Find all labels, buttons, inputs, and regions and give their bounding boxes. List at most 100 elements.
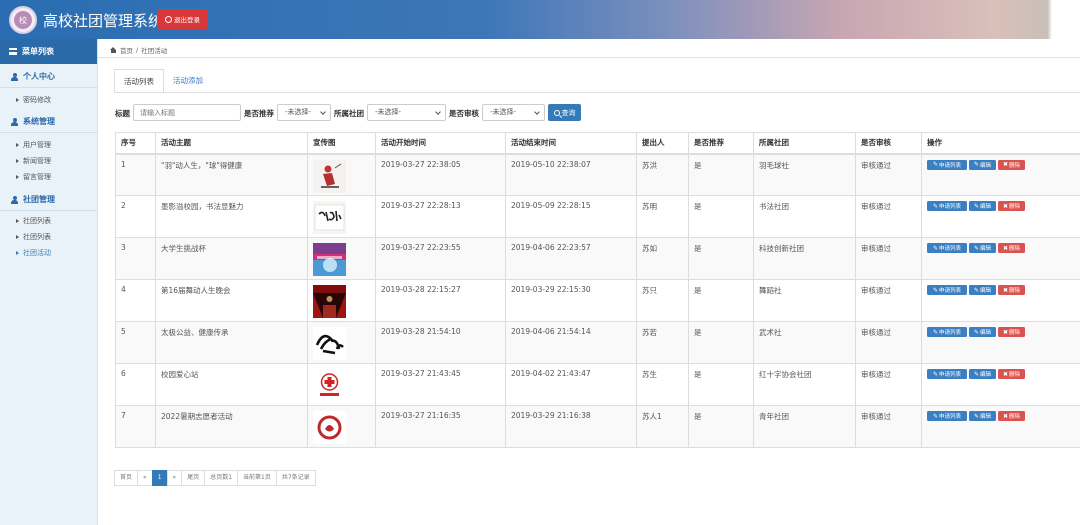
- edit-button[interactable]: ✎ 编辑: [969, 243, 996, 253]
- edit-button[interactable]: ✎ 编辑: [969, 369, 996, 379]
- table-row: 4 第16届舞动人生晚会 2019-03-28 22:15:27 2019-03-29…: [115, 279, 1080, 322]
- delete-button[interactable]: ✖ 删除: [998, 243, 1025, 253]
- delete-button[interactable]: ✖ 删除: [998, 159, 1025, 170]
- prev-page-button[interactable]: «: [137, 470, 153, 486]
- sidebar-item-club-list[interactable]: 社团列表: [16, 216, 51, 226]
- proposer: 苏洪: [636, 153, 689, 196]
- table-row: 3 大学生挑战杯 2019-03-27 22:23:55 2019-04-06 22:…: [115, 237, 1080, 280]
- edit-button[interactable]: ✎ 编辑: [969, 285, 996, 295]
- apply-list-button[interactable]: ✎ 申请列表: [927, 369, 967, 379]
- delete-button[interactable]: ✖ 删除: [998, 411, 1025, 421]
- sidebar-item-label: 密码修改: [23, 96, 51, 104]
- caret-right-icon: [16, 175, 19, 179]
- button-label: 删除: [1009, 162, 1021, 169]
- caret-right-icon: [16, 235, 19, 239]
- end-time: 2019-04-06 22:23:57: [505, 237, 637, 280]
- sidebar-item-label: 社团列表: [23, 217, 51, 225]
- sidebar-item-messages[interactable]: 留言管理: [16, 172, 51, 182]
- page-1-button[interactable]: 1: [151, 470, 168, 486]
- divider: [0, 210, 98, 211]
- proposer: 苏若: [636, 321, 689, 364]
- group-title: 系统管理: [23, 117, 55, 126]
- button-label: 编辑: [980, 204, 992, 210]
- club-select[interactable]: -未选择-: [367, 104, 446, 121]
- button-label: 编辑: [980, 246, 992, 252]
- button-label: 申请列表: [939, 162, 962, 169]
- edit-button[interactable]: ✎ 编辑: [969, 327, 996, 337]
- delete-button[interactable]: ✖ 删除: [998, 285, 1025, 295]
- delete-button[interactable]: ✖ 删除: [998, 369, 1025, 379]
- sidebar-item-news[interactable]: 新闻管理: [16, 156, 51, 166]
- poster-image: [313, 243, 346, 276]
- button-label: 删除: [1009, 246, 1021, 252]
- apply-list-button[interactable]: ✎ 申请列表: [927, 201, 967, 211]
- first-page-button[interactable]: 首页: [114, 470, 139, 486]
- actions-cell: ✎ 申请列表 ✎ 编辑 ✖ 删除: [921, 195, 1080, 238]
- button-label: 申请列表: [939, 204, 962, 210]
- activity-title-link[interactable]: 校园爱心站: [155, 363, 308, 406]
- actions-cell: ✎ 申请列表 ✎ 编辑 ✖ 删除: [921, 405, 1080, 448]
- edit-button[interactable]: ✎ 编辑: [969, 411, 996, 421]
- club-name: 红十字协会社团: [753, 363, 856, 406]
- caret-right-icon: [16, 251, 19, 255]
- edit-button[interactable]: ✎ 编辑: [969, 201, 996, 211]
- pencil-icon: ✎: [973, 244, 979, 252]
- total-pages-info: 总页数1: [204, 470, 239, 486]
- power-icon: [165, 15, 172, 23]
- recommend-select[interactable]: -未选择-: [277, 104, 331, 121]
- title-search-input[interactable]: [133, 104, 241, 121]
- delete-button[interactable]: ✖ 删除: [998, 327, 1025, 337]
- edit-button[interactable]: ✎ 编辑: [969, 159, 996, 170]
- sidebar-item-label: 用户管理: [23, 141, 51, 149]
- divider: [114, 92, 1080, 93]
- top-header: 校 高校社团管理系统 退出登录: [0, 0, 1080, 39]
- button-label: 删除: [1009, 372, 1021, 378]
- club-name: 科技创新社团: [753, 237, 856, 280]
- apply-list-button[interactable]: ✎ 申请列表: [927, 243, 967, 253]
- sidebar-item-password[interactable]: 密码修改: [16, 95, 51, 105]
- audit-status: 审核通过: [855, 237, 922, 280]
- button-label: 删除: [1009, 204, 1021, 210]
- activity-title-link[interactable]: 2022暑期志愿者活动: [155, 405, 308, 448]
- sidebar-group-personal[interactable]: 个人中心: [0, 71, 55, 82]
- apply-list-button[interactable]: ✎ 申请列表: [927, 285, 967, 295]
- next-page-button[interactable]: »: [166, 470, 183, 486]
- last-page-button[interactable]: 尾页: [181, 470, 206, 486]
- actions-cell: ✎ 申请列表 ✎ 编辑 ✖ 删除: [921, 153, 1080, 196]
- sidebar-item-users[interactable]: 用户管理: [16, 140, 51, 150]
- start-time: 2019-03-27 21:16:35: [375, 405, 506, 448]
- apply-list-button[interactable]: ✎ 申请列表: [927, 159, 967, 170]
- caret-right-icon: [16, 219, 19, 223]
- sidebar-item-club-list-2[interactable]: 社团列表: [16, 232, 51, 242]
- breadcrumb-home[interactable]: 首页: [120, 45, 133, 55]
- pencil-icon: ✎: [932, 286, 938, 294]
- tab-activity-add[interactable]: 活动添加: [164, 69, 212, 93]
- pencil-icon: ✎: [932, 202, 938, 210]
- delete-button[interactable]: ✖ 删除: [998, 201, 1025, 211]
- apply-list-button[interactable]: ✎ 申请列表: [927, 411, 967, 421]
- caret-right-icon: [16, 98, 19, 102]
- audit-select[interactable]: -未选择-: [482, 104, 545, 121]
- activity-title-link[interactable]: 大学生挑战杯: [155, 237, 308, 280]
- logout-button[interactable]: 退出登录: [157, 9, 208, 29]
- activity-title-link[interactable]: "羽"动人生，"球"得健康: [155, 153, 308, 196]
- end-time: 2019-04-06 21:54:14: [505, 321, 637, 364]
- proposer: 苏生: [636, 363, 689, 406]
- proposer: 苏明: [636, 195, 689, 238]
- search-button[interactable]: 查询: [548, 104, 581, 121]
- apply-list-button[interactable]: ✎ 申请列表: [927, 327, 967, 337]
- activity-title-link[interactable]: 太极公益、健康传承: [155, 321, 308, 364]
- sidebar-group-club[interactable]: 社团管理: [0, 194, 55, 205]
- row-number: 5: [115, 321, 156, 364]
- sidebar-item-club-activities[interactable]: 社团活动: [16, 248, 51, 258]
- tab-activity-list[interactable]: 活动列表: [114, 69, 164, 93]
- caret-right-icon: [16, 159, 19, 163]
- activity-title-link[interactable]: 墨影溢校园，书法显魅力: [155, 195, 308, 238]
- table-body: 1 "羽"动人生，"球"得健康 2019-03-27 22:38:05 2019-05…: [115, 153, 1080, 448]
- sidebar-group-system[interactable]: 系统管理: [0, 116, 55, 127]
- activity-title-link[interactable]: 第16届舞动人生晚会: [155, 279, 308, 322]
- table-row: 2 墨影溢校园，书法显魅力 2019-03-27 22:28:13 2019-05-0…: [115, 195, 1080, 238]
- table-header-row: 序号 活动主题 宣传图 活动开始时间 活动结束时间 提出人 是否推荐 所属社团 是否审核 操作: [115, 132, 1080, 155]
- actions-cell: ✎ 申请列表 ✎ 编辑 ✖ 删除: [921, 321, 1080, 364]
- recommend-value: 是: [688, 405, 754, 448]
